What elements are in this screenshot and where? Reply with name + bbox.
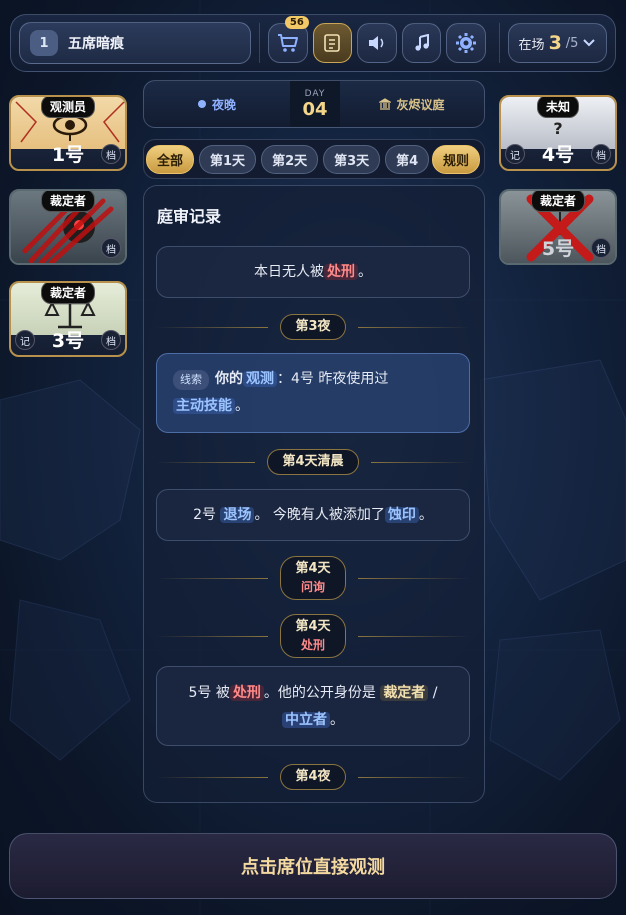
log-entry-clue: 线索 你的 观测 ：4号 昨夜使用过主动技能。	[156, 353, 470, 433]
section-divider: 第4天问询	[156, 556, 470, 600]
log-entry: 2号 退场。 今晚有人被添加了 蚀印。	[156, 489, 470, 541]
log-text: 。他的公开身份是	[263, 685, 376, 701]
music-button[interactable]	[401, 23, 442, 63]
log-title: 庭审记录	[157, 207, 222, 226]
log-text: 本日无人被	[254, 264, 324, 280]
settings-button[interactable]	[446, 23, 486, 63]
top-bar: 1 五席暗痕 56 在场 3 /5	[10, 14, 616, 72]
section-sub: 问询	[301, 580, 326, 594]
seat-role-label: 裁定者	[40, 283, 96, 304]
tab-all[interactable]: 全部	[146, 144, 195, 174]
location: 灰烬议庭	[340, 96, 484, 113]
phase-period: 夜晚	[144, 96, 290, 113]
section-label: 第4夜	[280, 764, 346, 790]
keyword-exit: 退场	[220, 507, 255, 523]
notes-button[interactable]	[312, 23, 353, 63]
divider	[499, 23, 500, 63]
speaker-icon	[368, 36, 384, 50]
trial-log-panel[interactable]: 庭审记录 本日无人被 处刑。 第3夜 线索 你的 观测 ：4号 昨夜使用过 主动技能。 第…	[143, 185, 485, 803]
rules-button[interactable]: 规则	[431, 144, 480, 174]
seat-role-label: 未知	[536, 97, 580, 118]
section-label: 第4天处刑	[280, 614, 346, 658]
keyword-neutral: 中立者	[282, 712, 330, 728]
log-text: 。	[330, 712, 344, 728]
day-value: 04	[302, 98, 328, 120]
present-total: /5	[565, 35, 579, 51]
seat-card-5[interactable]: 裁定者 5号 档	[499, 189, 617, 265]
keyword-mark: 蚀印	[384, 507, 419, 523]
log-text: 。 今晚有人被添加了	[254, 507, 385, 523]
seat-card-4[interactable]: ? 未知 记 4号 档	[499, 95, 617, 171]
keyword-judge: 裁定者	[380, 685, 429, 701]
seat-card-3[interactable]: 裁定者 记 3号 档	[9, 281, 127, 357]
section-sub: 处刑	[301, 638, 326, 652]
phase-period-label: 夜晚	[211, 97, 236, 112]
archive-badge[interactable]: 档	[101, 238, 121, 258]
archive-badge[interactable]: 档	[591, 238, 611, 258]
phase-bar: 夜晚 DAY 04 灰烬议庭	[143, 80, 485, 128]
keyword-execution: 处刑	[324, 264, 358, 280]
cart-icon	[277, 34, 298, 52]
tab-day-1[interactable]: 第1天	[199, 144, 257, 174]
log-entry: 5号 被处刑 。他的公开身份是 裁定者 / 中立者。	[156, 666, 470, 746]
tab-day-3[interactable]: 第3天	[323, 144, 381, 174]
section-divider: 第4夜	[156, 764, 470, 790]
section-label: 第3夜	[280, 314, 346, 340]
seat-role-label: 观测员	[40, 97, 96, 118]
log-text: 。	[418, 507, 433, 523]
shop-button[interactable]: 56	[267, 16, 309, 63]
player-name: 五席暗痕	[68, 36, 124, 52]
seat-role-label: 裁定者	[530, 191, 586, 212]
courthouse-icon	[379, 98, 392, 110]
section-label: 第4天清晨	[267, 449, 359, 475]
tab-day-4[interactable]: 第4	[385, 144, 430, 174]
divider	[258, 23, 260, 63]
player-seat-number: 1	[30, 30, 58, 56]
day-label: DAY	[304, 88, 326, 99]
seat-card-2[interactable]: 裁定者 档	[9, 189, 127, 265]
log-text: 。	[358, 264, 372, 280]
keyword-execution: 处刑	[229, 685, 264, 701]
section-day: 第4天	[295, 619, 331, 634]
section-label: 第4天问询	[280, 556, 346, 600]
present-count-dropdown[interactable]: 在场 3 /5	[507, 23, 608, 63]
observe-seat-button[interactable]: 点击席位直接观测	[9, 833, 617, 899]
present-label: 在场	[518, 37, 545, 53]
section-divider: 第4天处刑	[156, 614, 470, 658]
notebook-icon	[324, 34, 341, 52]
day-filter-tabs: 全部 第1天 第2天 第3天 第4 规则	[143, 139, 485, 179]
day-counter: DAY 04	[290, 81, 340, 127]
section-divider: 第3夜	[156, 314, 470, 340]
gear-icon	[456, 33, 477, 53]
log-text: 5号 被	[188, 685, 230, 701]
keyword-active-skill: 主动技能	[173, 398, 235, 414]
log-text: 2号	[193, 507, 216, 523]
section-divider: 第4天清晨	[156, 449, 470, 475]
log-entry: 本日无人被 处刑。	[156, 246, 470, 298]
log-text: 。	[235, 398, 249, 414]
tab-day-2[interactable]: 第2天	[261, 144, 319, 174]
cart-badge: 56	[284, 16, 309, 29]
seat-card-1[interactable]: 观测员 1号 档	[9, 95, 127, 171]
unknown-mark: ?	[553, 118, 563, 138]
archive-badge[interactable]: 档	[101, 144, 121, 164]
seat-role-label: 裁定者	[40, 191, 96, 212]
archive-badge[interactable]: 档	[591, 144, 611, 164]
sound-button[interactable]	[357, 23, 397, 63]
keyword-observe: 观测	[243, 371, 277, 387]
clue-tag: 线索	[173, 370, 209, 390]
log-text: ：4号 昨夜使用过	[277, 371, 389, 387]
archive-badge[interactable]: 档	[101, 330, 121, 350]
chevron-down-icon	[583, 39, 596, 47]
present-count: 3	[548, 32, 562, 54]
night-dot-icon	[197, 100, 206, 108]
section-day: 第4天	[295, 561, 331, 576]
log-text: 你的	[215, 371, 243, 387]
log-text: /	[432, 685, 438, 701]
music-note-icon	[414, 34, 429, 51]
location-label: 灰烬议庭	[396, 97, 445, 112]
player-seat-chip[interactable]: 1 五席暗痕	[19, 22, 251, 64]
